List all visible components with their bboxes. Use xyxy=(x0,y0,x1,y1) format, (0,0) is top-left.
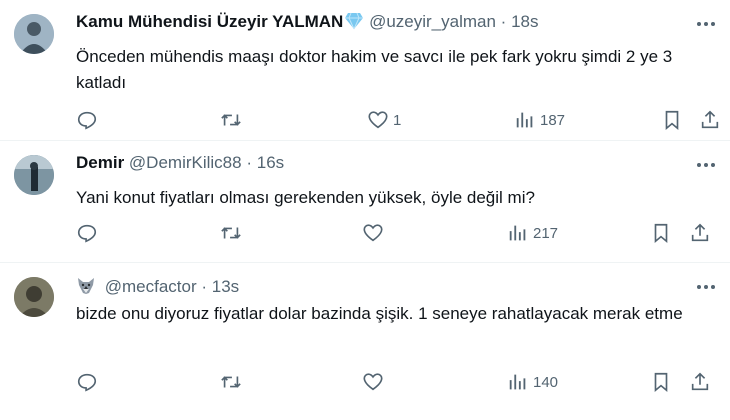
share-icon xyxy=(691,223,709,242)
like-button[interactable]: 1 xyxy=(367,108,401,132)
tweet-text: bizde onu diyoruz fiyatlar dolar bazinda… xyxy=(76,304,683,323)
bookmark-button[interactable] xyxy=(661,108,683,132)
bookmark-icon xyxy=(665,110,679,131)
avatar[interactable] xyxy=(14,14,54,54)
tweet-header: @mecfactor · 13s xyxy=(76,277,239,300)
bookmark-icon xyxy=(654,372,668,393)
tweet-3[interactable]: @mecfactor · 13s bizde onu diyoruz fiyat… xyxy=(0,263,730,420)
retweet-icon xyxy=(221,114,241,126)
views-button[interactable]: 187 xyxy=(514,108,565,132)
tweet-text: Yani konut fiyatları olması gerekenden y… xyxy=(76,188,535,207)
share-button[interactable] xyxy=(689,221,711,245)
views-icon xyxy=(509,374,526,390)
like-icon xyxy=(363,373,383,391)
tweet-1[interactable]: Kamu Mühendisi Üzeyir YALMAN @uzeyir_yal… xyxy=(0,0,730,140)
view-count: 217 xyxy=(533,224,559,242)
action-bar: 1 187 xyxy=(0,108,730,132)
like-icon xyxy=(363,224,383,242)
more-icon[interactable] xyxy=(696,14,716,34)
tweet-header: Kamu Mühendisi Üzeyir YALMAN @uzeyir_yal… xyxy=(76,12,539,35)
tweet-text: Önceden mühendis maaşı doktor hakim ve s… xyxy=(76,47,673,92)
timestamp[interactable]: 18s xyxy=(511,12,538,31)
display-name[interactable]: Kamu Mühendisi Üzeyir YALMAN xyxy=(76,12,343,31)
separator-dot: · xyxy=(246,153,252,172)
separator-dot: · xyxy=(201,277,208,296)
more-icon[interactable] xyxy=(696,155,716,175)
tweet-header: Demir @DemirKilic88 · 16s xyxy=(76,153,284,173)
views-icon xyxy=(509,225,526,241)
views-button[interactable]: 140 xyxy=(507,370,558,394)
timestamp[interactable]: 16s xyxy=(257,153,284,172)
like-icon xyxy=(368,111,388,129)
retweet-icon xyxy=(221,376,241,388)
reply-button[interactable] xyxy=(76,370,98,394)
avatar[interactable] xyxy=(14,277,54,317)
share-button[interactable] xyxy=(699,108,721,132)
view-count: 140 xyxy=(533,373,559,391)
bookmark-button[interactable] xyxy=(650,221,672,245)
like-count: 1 xyxy=(393,111,402,129)
retweet-button[interactable] xyxy=(220,108,242,132)
display-name[interactable]: Demir xyxy=(76,153,124,172)
reply-icon xyxy=(77,111,97,130)
views-button[interactable]: 217 xyxy=(507,221,558,245)
avatar[interactable] xyxy=(14,155,54,195)
reply-icon xyxy=(77,373,97,392)
reply-button[interactable] xyxy=(76,221,98,245)
timestamp[interactable]: 13s xyxy=(212,277,239,296)
share-icon xyxy=(691,372,709,391)
separator-dot: · xyxy=(500,12,507,31)
tweet-2[interactable]: Demir @DemirKilic88 · 16s Yani konut fiy… xyxy=(0,141,730,261)
retweet-button[interactable] xyxy=(220,221,242,245)
reply-icon xyxy=(77,224,97,243)
action-bar: 140 xyxy=(0,370,730,394)
action-bar: 217 xyxy=(0,221,730,245)
reply-button[interactable] xyxy=(76,108,98,132)
like-button[interactable] xyxy=(362,370,388,394)
share-icon xyxy=(701,110,719,129)
view-count: 187 xyxy=(540,111,566,129)
wolf-emoji-icon xyxy=(76,277,96,300)
bookmark-icon xyxy=(654,223,668,244)
share-button[interactable] xyxy=(689,370,711,394)
handle[interactable]: @uzeyir_yalman xyxy=(369,12,496,31)
more-icon[interactable] xyxy=(696,277,716,297)
retweet-button[interactable] xyxy=(220,370,242,394)
verified-icon xyxy=(344,12,364,35)
handle[interactable]: @DemirKilic88 xyxy=(129,153,242,172)
like-button[interactable] xyxy=(362,221,388,245)
retweet-icon xyxy=(221,227,241,239)
handle[interactable]: @mecfactor xyxy=(105,277,197,296)
bookmark-button[interactable] xyxy=(650,370,672,394)
views-icon xyxy=(516,112,533,128)
